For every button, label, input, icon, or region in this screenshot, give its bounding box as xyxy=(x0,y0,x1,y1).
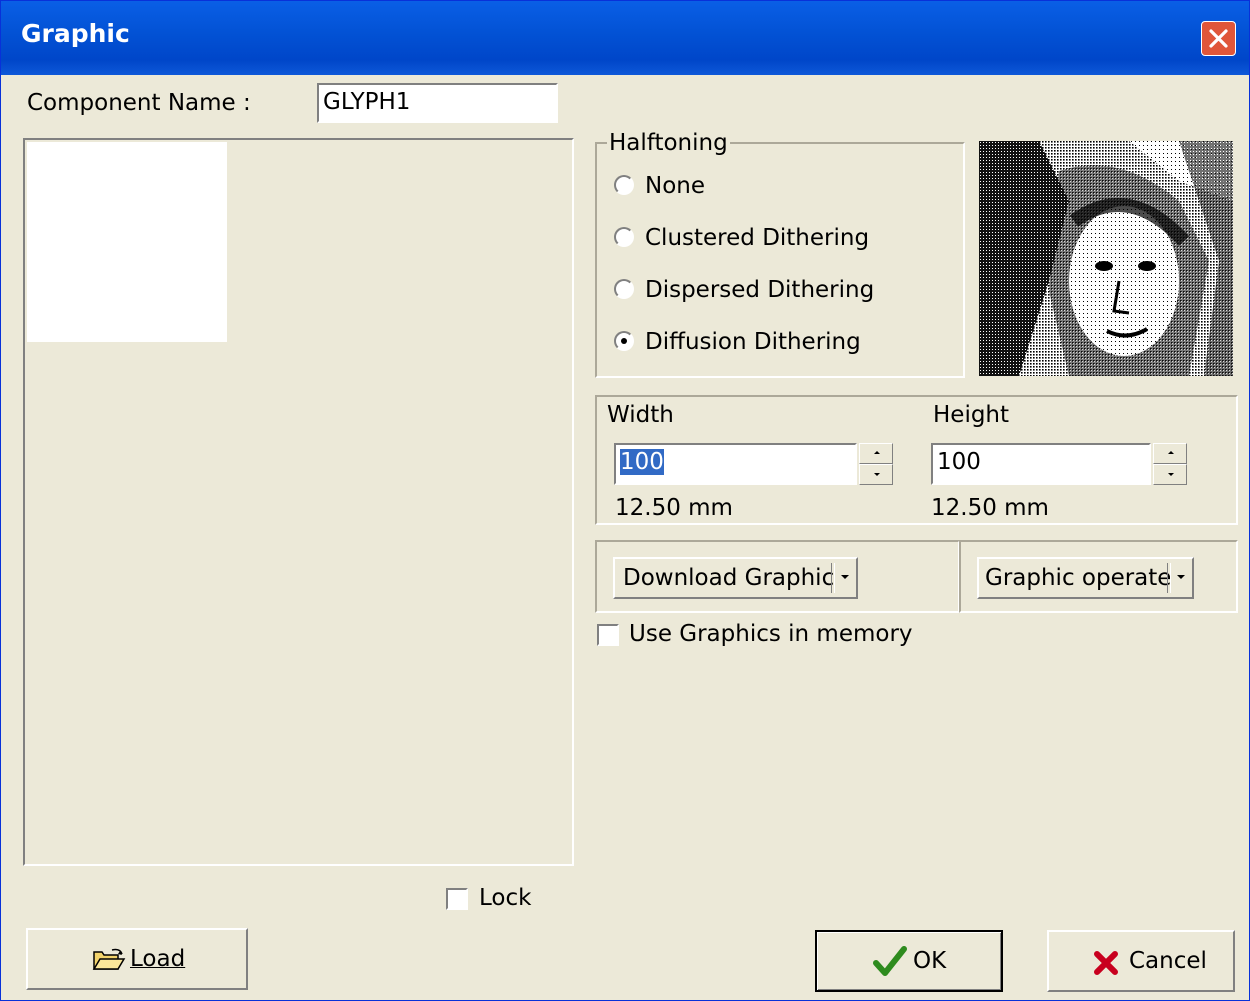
use-memory-label: Use Graphics in memory xyxy=(629,621,913,647)
cancel-button[interactable]: Cancel xyxy=(1047,930,1235,992)
lock-checkbox[interactable] xyxy=(446,888,468,910)
portrait-preview-image xyxy=(979,141,1233,376)
height-mm-label: 12.50 mm xyxy=(931,495,1049,521)
chevron-down-icon xyxy=(841,575,849,579)
width-value: 100 xyxy=(620,449,664,475)
ok-label: OK xyxy=(913,948,947,974)
radio-clustered-button[interactable] xyxy=(614,227,634,247)
radio-dispersed-label: Dispersed Dithering xyxy=(645,277,875,303)
height-spin-down[interactable] xyxy=(1153,464,1187,485)
width-field[interactable]: 100 xyxy=(614,443,857,485)
title-bar[interactable]: Graphic xyxy=(1,1,1249,75)
height-spinner[interactable] xyxy=(1153,443,1187,485)
chevron-down-icon xyxy=(1177,575,1185,579)
radio-selected-dot xyxy=(621,338,627,344)
radio-diffusion-button[interactable] xyxy=(614,331,634,351)
height-label: Height xyxy=(933,402,1010,428)
cancel-label: Cancel xyxy=(1129,948,1207,974)
close-icon xyxy=(1209,29,1228,48)
radio-clustered-label: Clustered Dithering xyxy=(645,225,870,251)
component-name-label: Component Name : xyxy=(27,90,251,116)
width-label: Width xyxy=(607,402,674,428)
graphic-operate-label: Graphic operate xyxy=(985,565,1172,591)
window-title: Graphic xyxy=(21,19,130,48)
close-button[interactable] xyxy=(1201,21,1236,56)
graphic-dialog: Graphic Component Name : GLYPH1 Halftoni… xyxy=(0,0,1250,1001)
component-name-field[interactable]: GLYPH1 xyxy=(317,83,558,123)
graphic-image xyxy=(27,142,227,342)
radio-none-label: None xyxy=(645,173,706,199)
load-button[interactable]: Load xyxy=(26,928,248,990)
ok-button[interactable]: OK xyxy=(815,930,1003,992)
red-x-icon xyxy=(1094,951,1118,975)
checkmark-icon xyxy=(873,946,907,976)
halftoning-label: Halftoning xyxy=(607,130,730,156)
width-spin-up[interactable] xyxy=(859,443,893,464)
graphic-canvas[interactable] xyxy=(23,138,574,866)
halftone-preview xyxy=(979,141,1233,376)
radio-dispersed-button[interactable] xyxy=(614,279,634,299)
width-spin-down[interactable] xyxy=(859,464,893,485)
height-spin-up[interactable] xyxy=(1153,443,1187,464)
load-label: Load xyxy=(130,946,186,972)
radio-diffusion-label: Diffusion Dithering xyxy=(645,329,861,355)
radio-none-button[interactable] xyxy=(614,175,634,195)
download-graphic-button[interactable]: Download Graphic xyxy=(613,557,858,599)
lock-label: Lock xyxy=(479,885,532,911)
download-graphic-label: Download Graphic xyxy=(623,565,835,591)
width-spinner[interactable] xyxy=(859,443,893,485)
open-folder-icon xyxy=(92,948,126,970)
width-mm-label: 12.50 mm xyxy=(615,495,733,521)
height-field[interactable]: 100 xyxy=(931,443,1151,485)
use-memory-checkbox[interactable] xyxy=(597,624,619,646)
graphic-operate-button[interactable]: Graphic operate xyxy=(977,557,1194,599)
